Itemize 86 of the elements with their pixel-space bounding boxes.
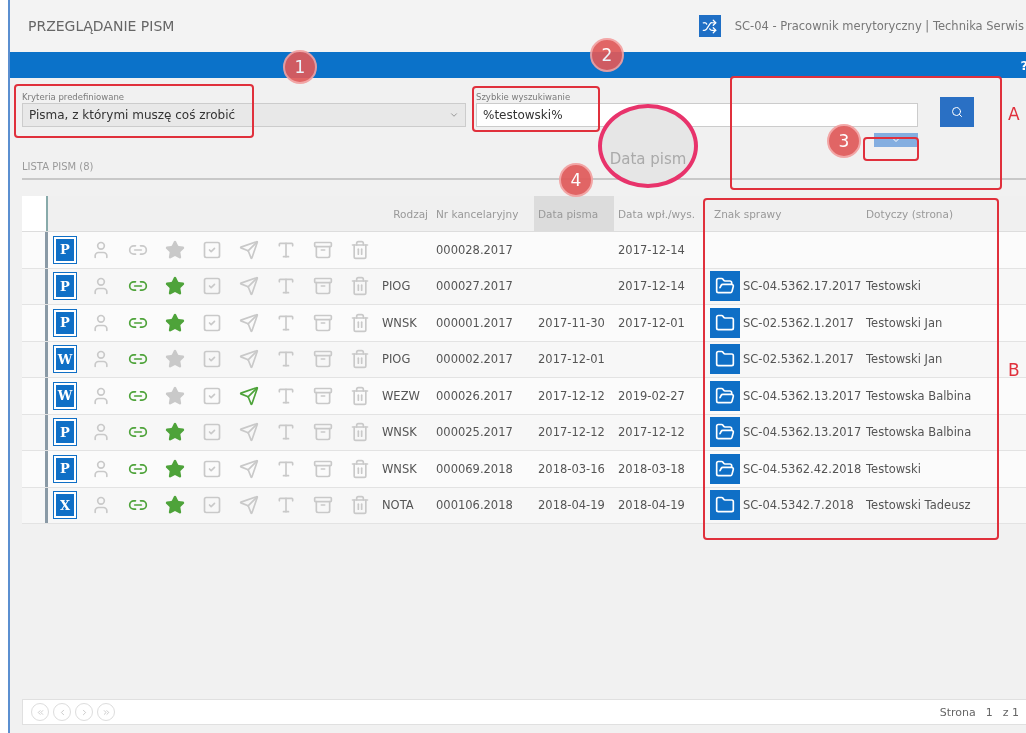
table-cell-text: WEZW [381,388,421,403]
table-cell: SC-02.5362.1.2017 [743,352,854,367]
table-cell-text: PIOG [381,279,412,294]
table-cell-text: 000027.2017 [435,279,514,294]
document-icon[interactable]: P [54,419,76,446]
pager-button[interactable] [31,703,49,721]
table-cell-text: 2017-12-14 [617,242,686,257]
callout-marker: 4 [559,163,593,197]
table-cell: SC-04.5362.17.2017 [743,279,862,294]
table-cell-text: NOTA [381,498,415,513]
table-cell-text: Testowska Balbina [865,425,973,440]
section-title: LISTA PISM (8) [22,161,94,172]
folder-icon[interactable] [710,307,740,338]
open-folder-icon[interactable] [710,417,740,448]
callout-letter: B [1008,360,1020,380]
table-cell-text: 2017-12-01 [617,315,686,330]
folder-icon[interactable] [710,344,740,375]
pager-label: Strona [939,705,976,719]
table-cell-text: 000026.2017 [435,388,514,403]
table-cell-text: Testowski [865,279,922,294]
table-cell: SC-04.5342.7.2018 [743,498,854,513]
table-cell-text: Testowski Jan [865,315,944,330]
table-cell-text: Testowska Balbina [865,388,973,403]
table-cell-text: 2018-04-19 [537,498,606,513]
table-cell-text: 2017-12-14 [617,279,686,294]
table-cell-text: 2019-02-27 [617,388,686,403]
table-cell-text: PIOG [381,352,412,367]
column-header[interactable]: Znak sprawy [710,196,862,231]
table-cell-text: Testowski [865,461,922,476]
pager-button[interactable] [97,703,115,721]
table-cell: SC-02.5362.1.2017 [743,315,854,330]
table-cell-text: 2017-12-12 [617,425,686,440]
column-header[interactable]: Dotyczy (strona) [862,196,1026,231]
table-cell-text: 2017-12-12 [537,425,606,440]
table-cell-text: 000025.2017 [435,425,514,440]
document-icon[interactable]: X [54,492,76,519]
document-icon[interactable]: P [54,236,76,263]
table-cell-text: WNSK [381,425,418,440]
dropdown-caret-icon[interactable] [449,110,459,120]
field-label: Kryteria predefiniowane [22,92,126,102]
open-folder-icon[interactable] [710,453,740,484]
column-header[interactable]: Data wpł./wys. [614,196,710,231]
folder-icon[interactable] [710,490,740,521]
user-info: SC-04 - Pracownik merytoryczny | Technika Serwis [734,19,1024,33]
table-cell-text: WNSK [381,461,418,476]
table-cell-text: 2017-12-01 [537,352,606,367]
document-icon[interactable]: P [54,273,76,300]
open-folder-icon[interactable] [710,271,740,302]
table-cell-text: 000106.2018 [435,498,514,513]
callout-letter: A [1008,104,1020,124]
pager-button[interactable] [75,703,93,721]
open-folder-icon[interactable] [710,380,740,411]
table-cell-text: 000002.2017 [435,352,514,367]
callout-marker: 3 [827,124,861,158]
table-cell-text: 2018-03-16 [537,461,606,476]
magnified-text: Data pism [609,150,687,168]
chevron-icon[interactable] [101,707,111,717]
table-cell-text: Testowski Jan [865,352,944,367]
document-icon[interactable]: W [54,346,76,373]
search-icon[interactable] [951,106,963,118]
document-icon[interactable]: W [54,382,76,409]
document-icon[interactable]: P [54,309,76,336]
pager-button[interactable] [53,703,71,721]
table-cell-text: Testowski Tadeusz [865,498,972,513]
table-cell: SC-04.5362.13.2017 [743,388,862,403]
search-button[interactable] [940,97,974,127]
table-cell-text: 000001.2017 [435,315,514,330]
table-cell-text: 000028.2017 [435,242,514,257]
table-cell-text: 000069.2018 [435,461,514,476]
criteria-dropdown[interactable]: Pisma, z którymi muszę coś zrobić [22,103,466,127]
page-title: PRZEGLĄDANIE PISM [28,18,176,34]
table-cell: SC-04.5362.13.2017 [743,425,862,440]
shuffle-icon[interactable] [698,15,721,37]
table-cell-text: 2017-12-12 [537,388,606,403]
page-number: 1 [985,705,993,719]
document-icon[interactable]: P [54,455,76,482]
table-cell-text: 2018-03-18 [617,461,686,476]
chevron-icon[interactable] [35,707,45,717]
table-cell: SC-04.5362.42.2018 [743,461,862,476]
page-total: z 1 [1002,705,1019,719]
table-cell-text: 2018-04-19 [617,498,686,513]
column-header[interactable]: Rodzaj [378,196,432,231]
field-label: Szybkie wyszukiwanie [476,92,572,102]
table-cell-text: WNSK [381,315,418,330]
column-header[interactable]: Nr kancelaryjny [432,196,534,231]
table-cell-text: 2017-11-30 [537,315,606,330]
